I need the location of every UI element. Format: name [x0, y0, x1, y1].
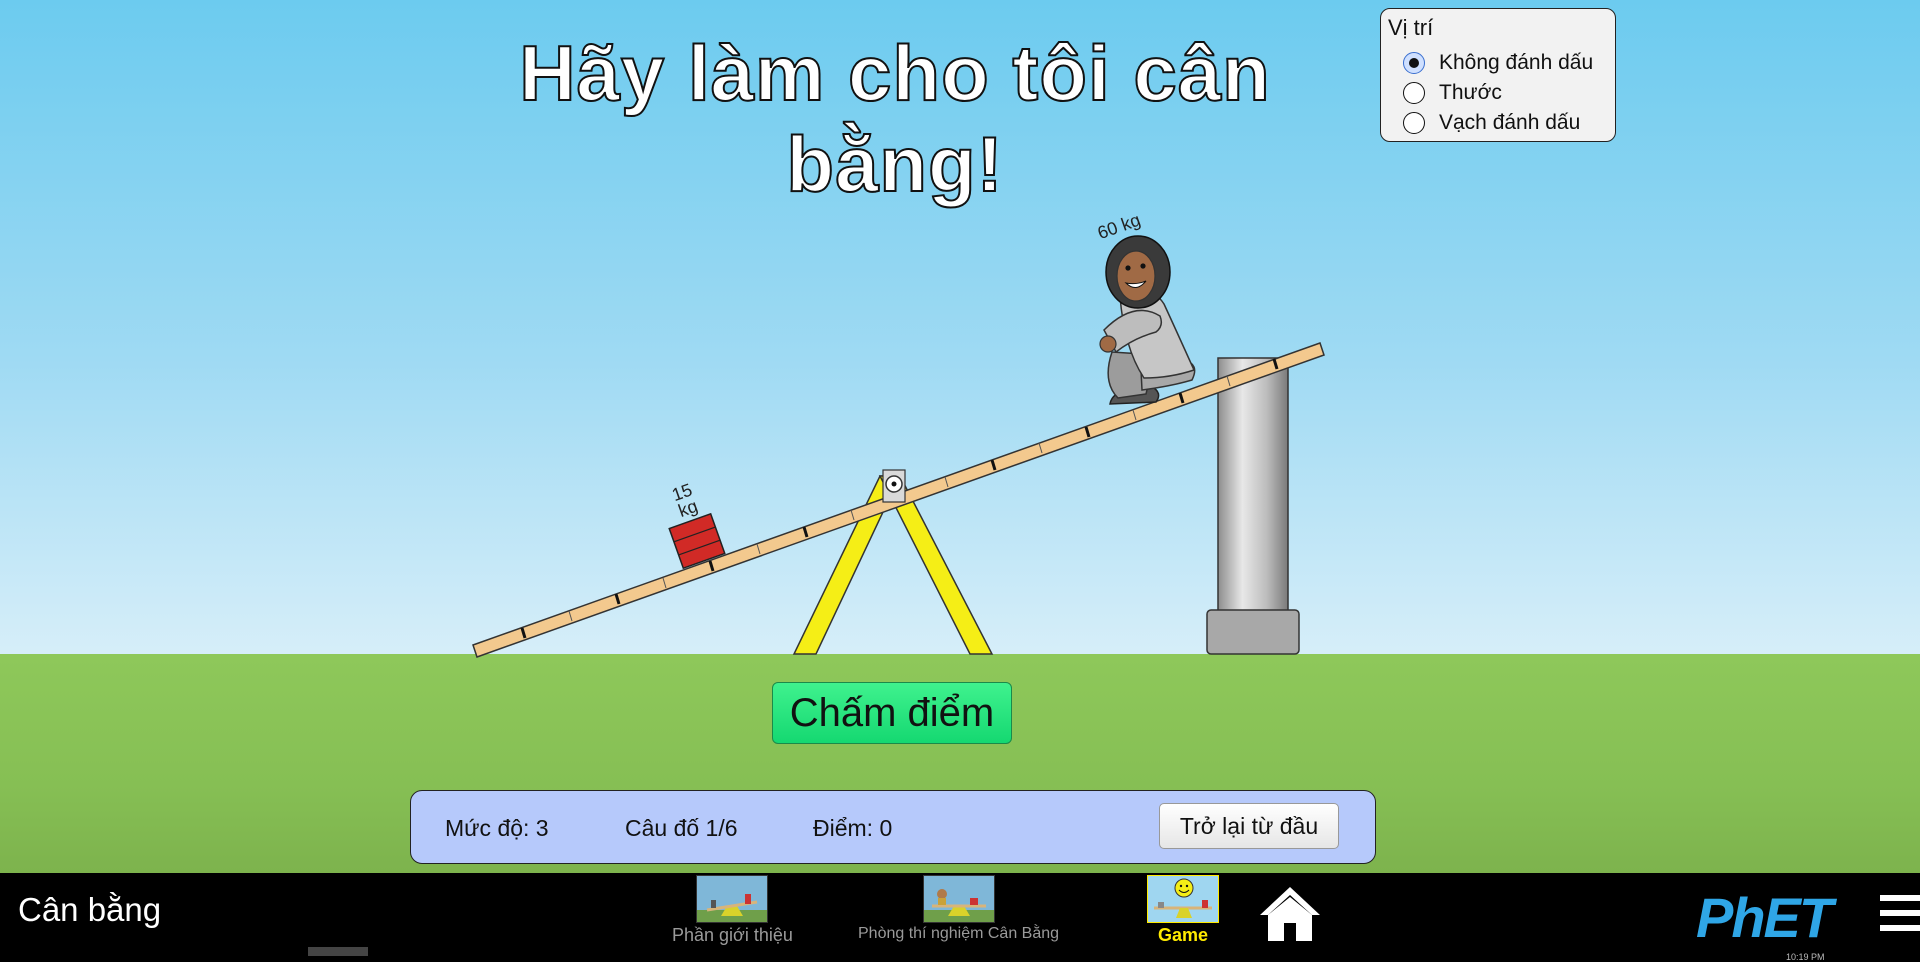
game-thumbnail-icon — [1147, 875, 1219, 923]
position-panel: Vị trí Không đánh dấu Thước Vạch đánh dấ… — [1380, 8, 1616, 142]
radio-button[interactable] — [1403, 82, 1425, 104]
tab-balance-lab[interactable]: Phòng thí nghiệm Cân Bằng — [858, 875, 1059, 943]
tab-game[interactable]: Game — [1147, 875, 1219, 946]
support-column[interactable] — [1206, 357, 1300, 655]
check-answer-button[interactable]: Chấm điểm — [772, 682, 1012, 744]
radio-label: Thước — [1439, 81, 1502, 104]
intro-thumbnail-icon — [696, 875, 769, 923]
score-display: Điểm: 0 — [813, 815, 893, 841]
tab-intro-label: Phần giới thiệu — [672, 925, 793, 945]
game-status-bar: Mức độ: 3 Câu đố 1/6 Điểm: 0 Trở lại từ … — [410, 790, 1376, 864]
radio-label: Vạch đánh dấu — [1439, 111, 1581, 134]
tab-game-label: Game — [1157, 925, 1209, 945]
radio-no-markers[interactable]: Không đánh dấu — [1403, 49, 1593, 77]
sim-title: Cân bằng — [18, 891, 162, 928]
system-clock: 10:19 PM — [1786, 952, 1825, 962]
position-panel-title: Vị trí — [1388, 15, 1434, 40]
phet-logo[interactable]: PhET — [1696, 885, 1833, 950]
balance-lab-thumbnail-icon — [922, 875, 995, 923]
tab-intro[interactable]: Phần giới thiệu — [672, 875, 793, 946]
tab-balance-lab-label: Phòng thí nghiệm Cân Bằng — [858, 925, 1060, 942]
radio-label: Không đánh dấu — [1439, 51, 1594, 74]
taskbar-scroll-handle — [308, 947, 368, 956]
radio-marks[interactable]: Vạch đánh dấu — [1403, 109, 1580, 137]
home-icon[interactable] — [1258, 883, 1322, 943]
navigation-bar: Cân bằng Phần giới thiệu Phòng thí nghiệ… — [0, 873, 1920, 956]
radio-button[interactable] — [1403, 112, 1425, 134]
level-indicator: Mức độ: 3 — [445, 815, 549, 841]
radio-button-selected[interactable] — [1403, 52, 1425, 74]
radio-ruler[interactable]: Thước — [1403, 79, 1502, 107]
person-60kg[interactable] — [1099, 235, 1196, 405]
restart-button[interactable]: Trở lại từ đầu — [1159, 803, 1339, 849]
challenge-counter: Câu đố 1/6 — [625, 815, 738, 841]
hamburger-menu-icon[interactable] — [1880, 893, 1920, 933]
pivot-pin — [882, 469, 906, 503]
